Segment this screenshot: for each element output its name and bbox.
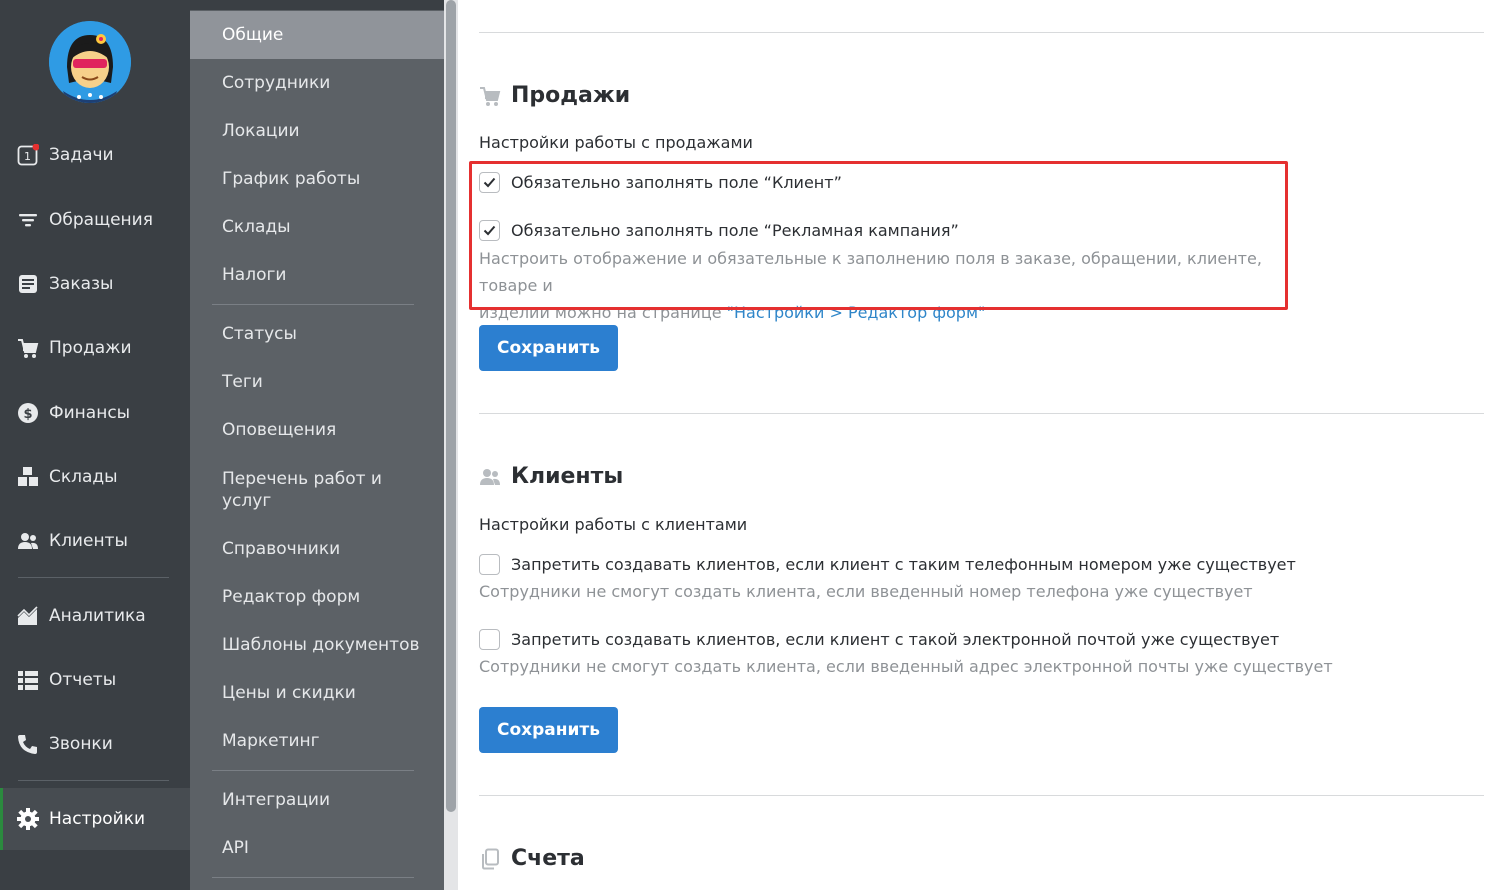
nav-label-calls: Звонки bbox=[49, 734, 113, 754]
require-campaign-option[interactable]: Обязательно заполнять поле “Рекламная ка… bbox=[479, 220, 959, 241]
nav-item-analytics[interactable]: Аналитика bbox=[0, 591, 190, 641]
settings-item-marketing[interactable]: Маркетинг bbox=[190, 730, 444, 752]
require-campaign-label: Обязательно заполнять поле “Рекламная ка… bbox=[511, 221, 959, 240]
settings-sidebar: Общие Сотрудники Локации График работы С… bbox=[190, 0, 444, 890]
svg-text:1: 1 bbox=[24, 150, 31, 163]
users-icon bbox=[17, 530, 39, 552]
list-icon bbox=[17, 669, 39, 691]
settings-item-api[interactable]: API bbox=[190, 837, 444, 859]
unique-phone-checkbox[interactable] bbox=[479, 554, 500, 575]
unique-phone-hint: Сотрудники не смогут создать клиента, ес… bbox=[479, 582, 1253, 601]
sales-section-description: Настройки работы с продажами bbox=[479, 133, 753, 152]
invoices-section-title: Счета bbox=[511, 846, 585, 871]
unique-email-label: Запретить создавать клиентов, если клиен… bbox=[511, 630, 1280, 649]
tasks-icon: 1 bbox=[17, 144, 39, 166]
settings-item-taxes[interactable]: Налоги bbox=[190, 264, 444, 286]
clients-section-title: Клиенты bbox=[511, 464, 624, 489]
invoices-section-header: Счета bbox=[479, 846, 585, 871]
cart-icon bbox=[17, 337, 39, 359]
user-avatar[interactable] bbox=[49, 21, 131, 103]
section-divider bbox=[479, 795, 1484, 796]
settings-divider bbox=[212, 877, 414, 878]
settings-item-integrations[interactable]: Интеграции bbox=[190, 789, 444, 811]
settings-item-tags[interactable]: Теги bbox=[190, 371, 444, 393]
settings-item-employees[interactable]: Сотрудники bbox=[190, 72, 444, 94]
nav-label-orders: Заказы bbox=[49, 274, 114, 294]
nav-item-calls[interactable]: Звонки bbox=[0, 719, 190, 769]
form-editor-link[interactable]: "Настройки > Редактор форм" bbox=[727, 303, 986, 322]
hint-text: изделии можно на странице bbox=[479, 303, 727, 322]
clients-section-header: Клиенты bbox=[479, 464, 623, 489]
settings-item-services[interactable]: Перечень работ и услуг bbox=[190, 468, 390, 512]
nav-item-orders[interactable]: Заказы bbox=[0, 259, 190, 309]
users-icon bbox=[479, 466, 501, 488]
filter-icon bbox=[17, 209, 39, 231]
copy-icon bbox=[479, 848, 501, 870]
settings-item-directories[interactable]: Справочники bbox=[190, 538, 444, 560]
nav-label-sales: Продажи bbox=[49, 338, 132, 358]
unique-phone-label: Запретить создавать клиентов, если клиен… bbox=[511, 555, 1296, 574]
unique-phone-option[interactable]: Запретить создавать клиентов, если клиен… bbox=[479, 554, 1296, 575]
settings-item-schedule[interactable]: График работы bbox=[190, 168, 444, 190]
settings-item-locations[interactable]: Локации bbox=[190, 120, 444, 142]
sidebar-scrollbar-thumb[interactable] bbox=[446, 0, 456, 812]
phone-icon bbox=[17, 733, 39, 755]
nav-item-reports[interactable]: Отчеты bbox=[0, 655, 190, 705]
sales-section-header: Продажи bbox=[479, 83, 630, 108]
nav-divider bbox=[18, 577, 169, 578]
nav-label-analytics: Аналитика bbox=[49, 606, 146, 626]
sales-save-button[interactable]: Сохранить bbox=[479, 325, 618, 371]
settings-item-warehouses[interactable]: Склады bbox=[190, 216, 444, 238]
nav-label-warehouses: Склады bbox=[49, 467, 118, 487]
nav-label-tasks: Задачи bbox=[49, 145, 114, 165]
cart-icon bbox=[479, 85, 501, 107]
dollar-icon: $ bbox=[17, 402, 39, 424]
require-campaign-checkbox[interactable] bbox=[479, 220, 500, 241]
nav-item-settings[interactable]: Настройки bbox=[0, 788, 190, 850]
require-client-option[interactable]: Обязательно заполнять поле “Клиент” bbox=[479, 172, 842, 193]
chart-icon bbox=[17, 605, 39, 627]
boxes-icon bbox=[17, 466, 39, 488]
nav-item-warehouses[interactable]: Склады bbox=[0, 452, 190, 502]
settings-item-form-editor[interactable]: Редактор форм bbox=[190, 586, 444, 608]
require-client-label: Обязательно заполнять поле “Клиент” bbox=[511, 173, 842, 192]
orders-icon bbox=[17, 273, 39, 295]
nav-divider bbox=[18, 780, 169, 781]
hint-text: Настроить отображение и обязательные к з… bbox=[479, 249, 1262, 295]
nav-label-requests: Обращения bbox=[49, 210, 153, 230]
sales-section-title: Продажи bbox=[511, 83, 631, 108]
section-divider bbox=[479, 413, 1484, 414]
nav-label-finance: Финансы bbox=[49, 403, 131, 423]
nav-item-finance[interactable]: $ Финансы bbox=[0, 388, 190, 438]
settings-item-general[interactable]: Общие bbox=[190, 11, 444, 59]
settings-item-notifications[interactable]: Оповещения bbox=[190, 419, 444, 441]
form-editor-hint: Настроить отображение и обязательные к з… bbox=[479, 245, 1284, 326]
nav-item-clients[interactable]: Клиенты bbox=[0, 516, 190, 566]
nav-item-tasks[interactable]: 1 Задачи bbox=[0, 130, 190, 180]
settings-item-prices[interactable]: Цены и скидки bbox=[190, 682, 444, 704]
settings-divider bbox=[212, 770, 414, 771]
nav-item-requests[interactable]: Обращения bbox=[0, 195, 190, 245]
unique-email-option[interactable]: Запретить создавать клиентов, если клиен… bbox=[479, 629, 1279, 650]
nav-item-sales[interactable]: Продажи bbox=[0, 323, 190, 373]
gear-icon bbox=[17, 808, 39, 830]
settings-divider bbox=[212, 304, 414, 305]
nav-label-clients: Клиенты bbox=[49, 531, 128, 551]
checkmark-icon bbox=[483, 225, 496, 236]
avatar-illustration-icon bbox=[49, 21, 131, 103]
require-client-checkbox[interactable] bbox=[479, 172, 500, 193]
nav-label-settings: Настройки bbox=[49, 809, 146, 829]
settings-item-statuses[interactable]: Статусы bbox=[190, 323, 444, 345]
main-sidebar: 1 Задачи Обращения Заказы Продажи $ Фина… bbox=[0, 0, 190, 890]
clients-section-description: Настройки работы с клиентами bbox=[479, 515, 748, 534]
svg-text:$: $ bbox=[23, 407, 32, 422]
unique-email-checkbox[interactable] bbox=[479, 629, 500, 650]
checkmark-icon bbox=[483, 177, 496, 188]
settings-item-doc-templates[interactable]: Шаблоны документов bbox=[190, 634, 444, 656]
nav-label-reports: Отчеты bbox=[49, 670, 117, 690]
clients-save-button[interactable]: Сохранить bbox=[479, 707, 618, 753]
section-divider bbox=[479, 32, 1484, 33]
unique-email-hint: Сотрудники не смогут создать клиента, ес… bbox=[479, 657, 1333, 676]
